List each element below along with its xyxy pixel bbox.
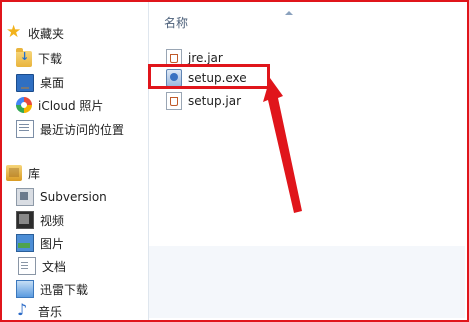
library-icon <box>16 188 34 206</box>
nav-item-recent-places[interactable]: 最近访问的位置 <box>16 118 162 140</box>
nav-item-subversion[interactable]: Subversion <box>16 186 162 208</box>
music-icon <box>16 300 32 319</box>
nav-item-xunlei-downloads[interactable]: 迅雷下载 <box>16 278 162 300</box>
jar-file-icon <box>166 92 182 110</box>
nav-item-label: 文档 <box>42 259 67 274</box>
nav-item-label: 图片 <box>40 236 65 251</box>
document-icon <box>18 257 36 275</box>
picture-icon <box>16 234 34 252</box>
nav-item-icloud-photos[interactable]: iCloud 照片 <box>16 94 162 116</box>
video-icon <box>16 211 34 229</box>
navigation-pane: 收藏夹 下载 桌面 iCloud 照片 最近访问的位置 库 Subversion… <box>2 2 149 320</box>
recent-places-icon <box>16 120 34 138</box>
nav-item-downloads[interactable]: 下载 <box>16 47 162 69</box>
file-list-empty-area <box>149 246 465 318</box>
nav-libraries[interactable]: 库 <box>6 162 152 184</box>
nav-libraries-label: 库 <box>28 166 41 181</box>
file-row-setup-jar[interactable]: setup.jar <box>166 91 241 111</box>
nav-item-label: 最近访问的位置 <box>40 122 125 137</box>
nav-item-label: 视频 <box>40 213 65 228</box>
nav-favorites-label: 收藏夹 <box>28 26 65 41</box>
nav-item-label: 下载 <box>38 51 63 66</box>
nav-item-videos[interactable]: 视频 <box>16 209 162 231</box>
file-name: jre.jar <box>188 51 223 65</box>
nav-item-pictures[interactable]: 图片 <box>16 232 162 254</box>
download-folder-icon <box>16 48 32 67</box>
nav-item-label: 音乐 <box>38 304 63 319</box>
nav-favorites[interactable]: 收藏夹 <box>6 22 152 44</box>
file-name: setup.jar <box>188 94 241 108</box>
column-header-name[interactable]: 名称 <box>164 14 188 31</box>
nav-item-label: iCloud 照片 <box>38 98 104 113</box>
library-icon <box>6 165 22 181</box>
nav-item-music[interactable]: 音乐 <box>16 300 162 322</box>
nav-item-label: Subversion <box>40 190 107 204</box>
icloud-photos-icon <box>16 97 32 113</box>
file-list-pane: 名称 jre.jar setup.exe setup.jar <box>149 2 465 246</box>
xunlei-download-icon <box>16 280 34 298</box>
star-icon <box>6 22 22 42</box>
annotation-highlight-box <box>148 64 270 89</box>
nav-item-documents[interactable]: 文档 <box>16 255 162 277</box>
desktop-icon <box>16 74 34 92</box>
nav-item-label: 桌面 <box>40 75 65 90</box>
nav-item-label: 迅雷下载 <box>40 282 89 297</box>
nav-item-desktop[interactable]: 桌面 <box>16 71 162 93</box>
sort-ascending-icon <box>285 11 293 15</box>
